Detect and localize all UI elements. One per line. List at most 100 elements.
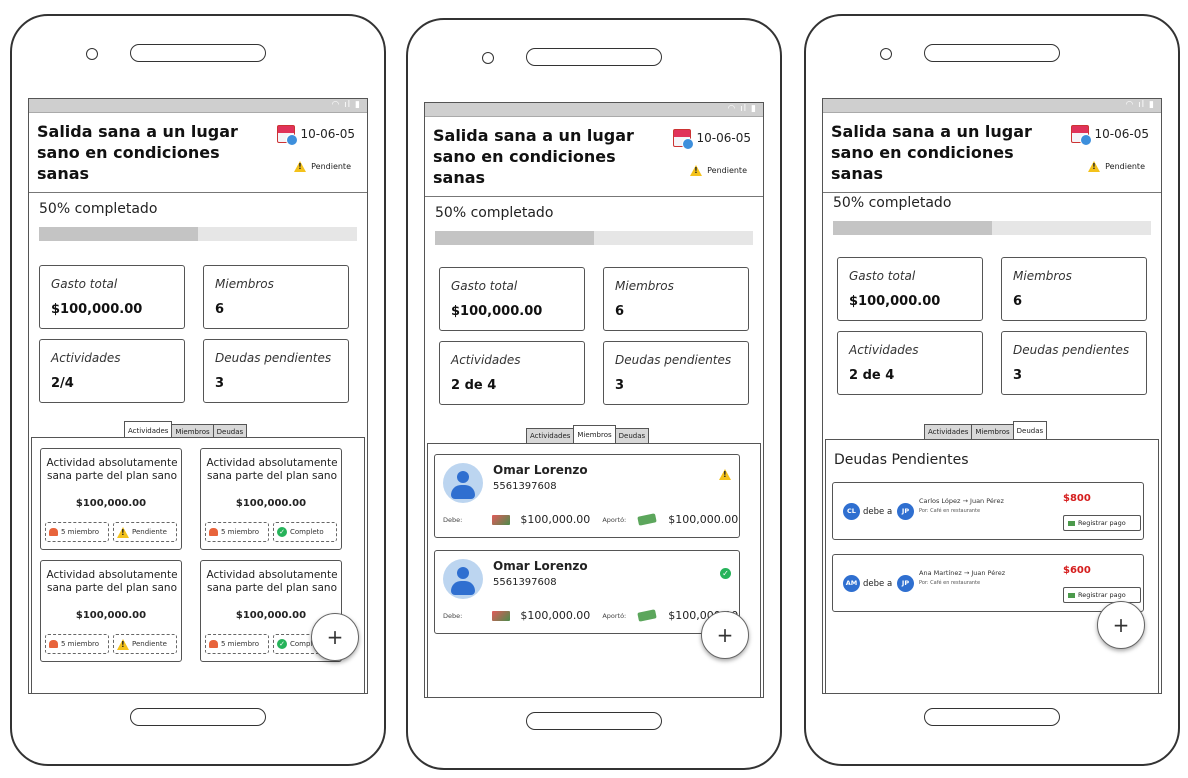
debt-label: Debe: <box>443 611 463 620</box>
debt-item[interactable]: AM debe a JP Ana Martínez → Juan Pérez P… <box>832 554 1144 612</box>
debts-panel: Deudas Pendientes CL debe a JP Carlos Ló… <box>825 439 1159 693</box>
progress-label: 50% completado <box>833 195 952 211</box>
status-bar: ◠ ıl ▮ <box>823 99 1161 113</box>
member-phone: 5561397608 <box>493 577 557 588</box>
progress-fill <box>833 221 992 235</box>
tab-debts[interactable]: Deudas <box>614 428 650 444</box>
event-date: 10-06-05 <box>672 129 751 150</box>
register-payment-button[interactable]: Registrar pago <box>1063 587 1141 603</box>
debt-concept: Por: Café en restaurante <box>919 508 981 514</box>
check-icon: ✓ <box>277 527 287 537</box>
debt-item[interactable]: CL debe a JP Carlos López → Juan Pérez P… <box>832 482 1144 540</box>
tab-activities[interactable]: Actividades <box>924 424 973 440</box>
stat-card-members[interactable]: Miembros 6 <box>203 265 349 329</box>
stat-value: 2 de 4 <box>451 378 497 393</box>
event-date: 10-06-05 <box>1070 125 1149 146</box>
home-button[interactable] <box>924 708 1060 726</box>
member-balance: Debe: $100,000.00 Aportó: $100,000.00 <box>443 513 738 526</box>
status-bar: ◠ ıl ▮ <box>425 103 763 117</box>
people-icon <box>49 528 58 536</box>
members-chip-text: 5 miembro <box>221 528 260 536</box>
status-text: Pendiente <box>1105 162 1145 171</box>
member-status: ✓ <box>720 561 731 580</box>
stat-card-total[interactable]: Gasto total $100,000.00 <box>837 257 983 321</box>
avatar-icon <box>443 559 483 599</box>
member-name: Omar Lorenzo <box>493 559 588 573</box>
stat-card-debts[interactable]: Deudas pendientes 3 <box>203 339 349 403</box>
activity-card[interactable]: Actividad absolutamente sana parte del p… <box>200 448 342 550</box>
stat-card-members[interactable]: Miembros 6 <box>1001 257 1147 321</box>
stat-value: 3 <box>615 378 625 393</box>
stat-label: Gasto total <box>51 277 118 291</box>
progress-bar <box>39 227 357 241</box>
date-text: 10-06-05 <box>300 127 355 141</box>
debt-parties: Ana Martínez → Juan Pérez <box>919 569 1006 577</box>
stat-card-total[interactable]: Gasto total $100,000.00 <box>439 267 585 331</box>
members-panel: Omar Lorenzo 5561397608 Debe: $100,000.0… <box>427 443 761 697</box>
stat-card-activities[interactable]: Actividades 2/4 <box>39 339 185 403</box>
stat-label: Miembros <box>1013 269 1072 283</box>
add-button[interactable]: + <box>311 613 359 661</box>
stat-card-members[interactable]: Miembros 6 <box>603 267 749 331</box>
screen: ◠ ıl ▮ Salida sana a un lugar sano en co… <box>822 98 1162 694</box>
register-payment-button[interactable]: Registrar pago <box>1063 515 1141 531</box>
progress-fill <box>39 227 198 241</box>
status-chip-text: Pendiente <box>132 528 167 536</box>
signal-battery-icon: ◠ ıl ▮ <box>331 100 361 110</box>
event-header: Salida sana a un lugar sano en condicion… <box>425 117 763 197</box>
status-chip-text: Pendiente <box>132 640 167 648</box>
stat-card-debts[interactable]: Deudas pendientes 3 <box>603 341 749 405</box>
cash-icon <box>637 513 657 526</box>
tab-bar: Actividades Miembros Deudas <box>924 421 1048 440</box>
stat-card-activities[interactable]: Actividades 2 de 4 <box>439 341 585 405</box>
members-chip: 5 miembro <box>205 522 269 542</box>
page-title: Salida sana a un lugar sano en condicion… <box>831 122 1032 183</box>
speaker-grille <box>526 48 662 66</box>
tab-members[interactable]: Miembros <box>573 425 616 444</box>
stat-value: 6 <box>215 302 225 317</box>
tab-bar: Actividades Miembros Deudas <box>526 425 650 444</box>
progress-label: 50% completado <box>435 205 554 221</box>
home-button[interactable] <box>526 712 662 730</box>
member-balance: Debe: $100,000.00 Aportó: $100,000.00 <box>443 609 738 622</box>
paid-label: Aportó: <box>602 515 627 524</box>
members-chip: 5 miembro <box>205 634 269 654</box>
activity-card[interactable]: Actividad absolutamente sana parte del p… <box>40 560 182 662</box>
register-payment-label: Registrar pago <box>1078 519 1126 527</box>
check-icon: ✓ <box>720 568 731 579</box>
add-button[interactable]: + <box>1097 601 1145 649</box>
stat-label: Miembros <box>615 279 674 293</box>
event-header: Salida sana a un lugar sano en condicion… <box>823 113 1161 193</box>
home-button[interactable] <box>130 708 266 726</box>
phone-frame-members: ◠ ıl ▮ Salida sana a un lugar sano en co… <box>406 18 782 770</box>
members-chip-text: 5 miembro <box>61 640 100 648</box>
stat-card-debts[interactable]: Deudas pendientes 3 <box>1001 331 1147 395</box>
stat-label: Gasto total <box>849 269 916 283</box>
stat-card-total[interactable]: Gasto total $100,000.00 <box>39 265 185 329</box>
activity-amount: $100,000.00 <box>75 610 147 621</box>
stat-label: Deudas pendientes <box>1013 343 1130 357</box>
stat-label: Deudas pendientes <box>215 351 332 365</box>
stat-card-activities[interactable]: Actividades 2 de 4 <box>837 331 983 395</box>
debtor-avatar: CL <box>843 503 860 520</box>
date-text: 10-06-05 <box>696 131 751 145</box>
bill-icon <box>492 514 511 525</box>
stat-value: 2/4 <box>51 376 74 391</box>
people-icon <box>209 528 218 536</box>
status-chip: ✓ Completo <box>273 522 337 542</box>
debt-value: $100,000.00 <box>520 513 591 526</box>
tab-debts[interactable]: Deudas <box>1012 421 1048 440</box>
status-text: Pendiente <box>707 166 747 175</box>
add-button[interactable]: + <box>701 611 749 659</box>
activity-card[interactable]: Actividad absolutamente sana parte del p… <box>40 448 182 550</box>
tab-activities[interactable]: Actividades <box>526 428 575 444</box>
stat-value: 6 <box>1013 294 1023 309</box>
members-chip: 5 miembro <box>45 522 109 542</box>
activity-amount: $100,000.00 <box>75 498 147 509</box>
member-card[interactable]: Omar Lorenzo 5561397608 Debe: $100,000.0… <box>434 454 740 538</box>
page-title: Salida sana a un lugar sano en condicion… <box>37 122 238 183</box>
check-icon: ✓ <box>277 639 287 649</box>
tab-members[interactable]: Miembros <box>971 424 1014 440</box>
status-chip: Pendiente <box>113 634 177 654</box>
member-card[interactable]: Omar Lorenzo 5561397608 ✓ Debe: $100,000… <box>434 550 740 634</box>
